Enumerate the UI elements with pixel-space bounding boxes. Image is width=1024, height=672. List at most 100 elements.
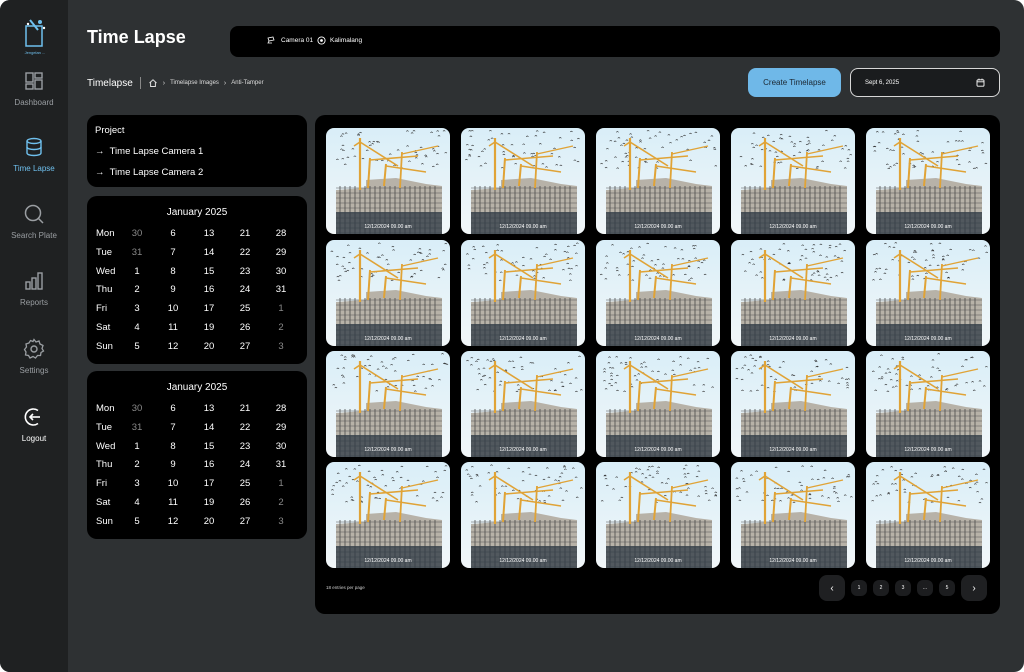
sidebar-item-search-plate[interactable]: Search Plate (0, 203, 68, 240)
timelapse-thumbnail[interactable]: 12/12/2024 09.00 am (866, 351, 990, 457)
calendar-date[interactable]: 11 (161, 497, 185, 508)
calendar-date[interactable]: 27 (233, 516, 257, 527)
page-5-button[interactable]: 5 (939, 580, 955, 596)
timelapse-thumbnail[interactable]: 12/12/2024 09.00 am (326, 462, 450, 568)
breadcrumb-anti-tamper[interactable]: Anti-Tamper (231, 80, 263, 86)
home-icon[interactable] (148, 78, 158, 88)
timelapse-thumbnail[interactable]: 12/12/2024 09.00 am (731, 462, 855, 568)
calendar-date[interactable]: 30 (125, 228, 149, 239)
project-item-camera-1[interactable]: → Time Lapse Camera 1 (95, 146, 203, 157)
timelapse-thumbnail[interactable]: 12/12/2024 09.00 am (461, 351, 585, 457)
calendar-date[interactable]: 28 (269, 228, 293, 239)
timelapse-thumbnail[interactable]: 12/12/2024 09.00 am (866, 462, 990, 568)
calendar-date[interactable]: 11 (161, 322, 185, 333)
timelapse-thumbnail[interactable]: 12/12/2024 09.00 am (866, 240, 990, 346)
timelapse-thumbnail[interactable]: 12/12/2024 09.00 am (326, 240, 450, 346)
calendar-date[interactable]: 29 (269, 422, 293, 433)
calendar-date[interactable]: 31 (269, 284, 293, 295)
prev-page-button[interactable]: ‹ (819, 575, 845, 601)
calendar-date[interactable]: 23 (233, 266, 257, 277)
timelapse-thumbnail[interactable]: 12/12/2024 09.00 am (866, 128, 990, 234)
calendar-date[interactable]: 12 (161, 341, 185, 352)
timelapse-thumbnail[interactable]: 12/12/2024 09.00 am (461, 462, 585, 568)
calendar-date[interactable]: 6 (161, 228, 185, 239)
calendar-date[interactable]: 31 (125, 422, 149, 433)
calendar-date[interactable]: 27 (233, 341, 257, 352)
calendar-date[interactable]: 30 (125, 403, 149, 414)
sidebar-item-time-lapse[interactable]: Time Lapse (0, 136, 68, 173)
sidebar-item-logout[interactable]: Logout (0, 406, 68, 443)
timelapse-thumbnail[interactable]: 12/12/2024 09.00 am (461, 240, 585, 346)
timelapse-thumbnail[interactable]: 12/12/2024 09.00 am (731, 240, 855, 346)
calendar-date[interactable]: 29 (269, 247, 293, 258)
location-selector[interactable]: Kalimalang (317, 36, 362, 45)
timelapse-thumbnail[interactable]: 12/12/2024 09.00 am (326, 351, 450, 457)
calendar-date[interactable]: 19 (197, 497, 221, 508)
create-timelapse-button[interactable]: Create Timelapse (748, 68, 841, 97)
timelapse-thumbnail[interactable]: 12/12/2024 09.00 am (596, 128, 720, 234)
calendar-date[interactable]: 5 (125, 516, 149, 527)
calendar-date[interactable]: 22 (233, 247, 257, 258)
calendar-date[interactable]: 2 (269, 322, 293, 333)
calendar-date[interactable]: 24 (233, 284, 257, 295)
page-2-button[interactable]: 2 (873, 580, 889, 596)
calendar-date[interactable]: 12 (161, 516, 185, 527)
calendar-date[interactable]: 30 (269, 441, 293, 452)
calendar-date[interactable]: 3 (269, 516, 293, 527)
calendar-date[interactable]: 15 (197, 441, 221, 452)
sidebar-item-reports[interactable]: Reports (0, 270, 68, 307)
project-item-camera-2[interactable]: → Time Lapse Camera 2 (95, 167, 203, 178)
timelapse-thumbnail[interactable]: 12/12/2024 09.00 am (326, 128, 450, 234)
calendar-date[interactable]: 4 (125, 322, 149, 333)
calendar-date[interactable]: 25 (233, 478, 257, 489)
timelapse-thumbnail[interactable]: 12/12/2024 09.00 am (731, 128, 855, 234)
calendar-date[interactable]: 5 (125, 341, 149, 352)
page-1-button[interactable]: 1 (851, 580, 867, 596)
next-page-button[interactable]: › (961, 575, 987, 601)
calendar-date[interactable]: 14 (197, 422, 221, 433)
calendar-date[interactable]: 16 (197, 284, 221, 295)
calendar-date[interactable]: 3 (125, 303, 149, 314)
calendar-date[interactable]: 2 (125, 459, 149, 470)
calendar-date[interactable]: 15 (197, 266, 221, 277)
calendar-date[interactable]: 21 (233, 403, 257, 414)
calendar-date[interactable]: 13 (197, 228, 221, 239)
calendar-date[interactable]: 31 (269, 459, 293, 470)
sidebar-item-dashboard[interactable]: Dashboard (0, 70, 68, 107)
calendar-date[interactable]: 30 (269, 266, 293, 277)
page-3-button[interactable]: 3 (895, 580, 911, 596)
calendar-date[interactable]: 26 (233, 497, 257, 508)
calendar-date[interactable]: 13 (197, 403, 221, 414)
calendar-date[interactable]: 9 (161, 459, 185, 470)
timelapse-thumbnail[interactable]: 12/12/2024 09.00 am (596, 240, 720, 346)
calendar-date[interactable]: 31 (125, 247, 149, 258)
timelapse-thumbnail[interactable]: 12/12/2024 09.00 am (461, 128, 585, 234)
calendar-date[interactable]: 20 (197, 341, 221, 352)
calendar-date[interactable]: 10 (161, 303, 185, 314)
sidebar-item-settings[interactable]: Settings (0, 338, 68, 375)
calendar-date[interactable]: 4 (125, 497, 149, 508)
calendar-date[interactable]: 25 (233, 303, 257, 314)
calendar-date[interactable]: 1 (269, 478, 293, 489)
calendar-date[interactable]: 16 (197, 459, 221, 470)
breadcrumb-timelapse-images[interactable]: Timelapse Images (170, 80, 219, 86)
calendar-date[interactable]: 24 (233, 459, 257, 470)
camera-selector[interactable]: Camera 01 (267, 36, 313, 44)
calendar-date[interactable]: 14 (197, 247, 221, 258)
timelapse-thumbnail[interactable]: 12/12/2024 09.00 am (731, 351, 855, 457)
calendar-date[interactable]: 1 (269, 303, 293, 314)
calendar-date[interactable]: 22 (233, 422, 257, 433)
calendar-date[interactable]: 3 (269, 341, 293, 352)
timelapse-thumbnail[interactable]: 12/12/2024 09.00 am (596, 351, 720, 457)
calendar-date[interactable]: 8 (161, 441, 185, 452)
calendar-date[interactable]: 17 (197, 303, 221, 314)
timelapse-thumbnail[interactable]: 12/12/2024 09.00 am (596, 462, 720, 568)
calendar-date[interactable]: 8 (161, 266, 185, 277)
calendar-date[interactable]: 7 (161, 422, 185, 433)
date-picker[interactable]: Sept 6, 2025 (850, 68, 1000, 97)
calendar-date[interactable]: 1 (125, 441, 149, 452)
calendar-date[interactable]: 17 (197, 478, 221, 489)
calendar-date[interactable]: 21 (233, 228, 257, 239)
calendar-date[interactable]: 6 (161, 403, 185, 414)
calendar-date[interactable]: 2 (125, 284, 149, 295)
